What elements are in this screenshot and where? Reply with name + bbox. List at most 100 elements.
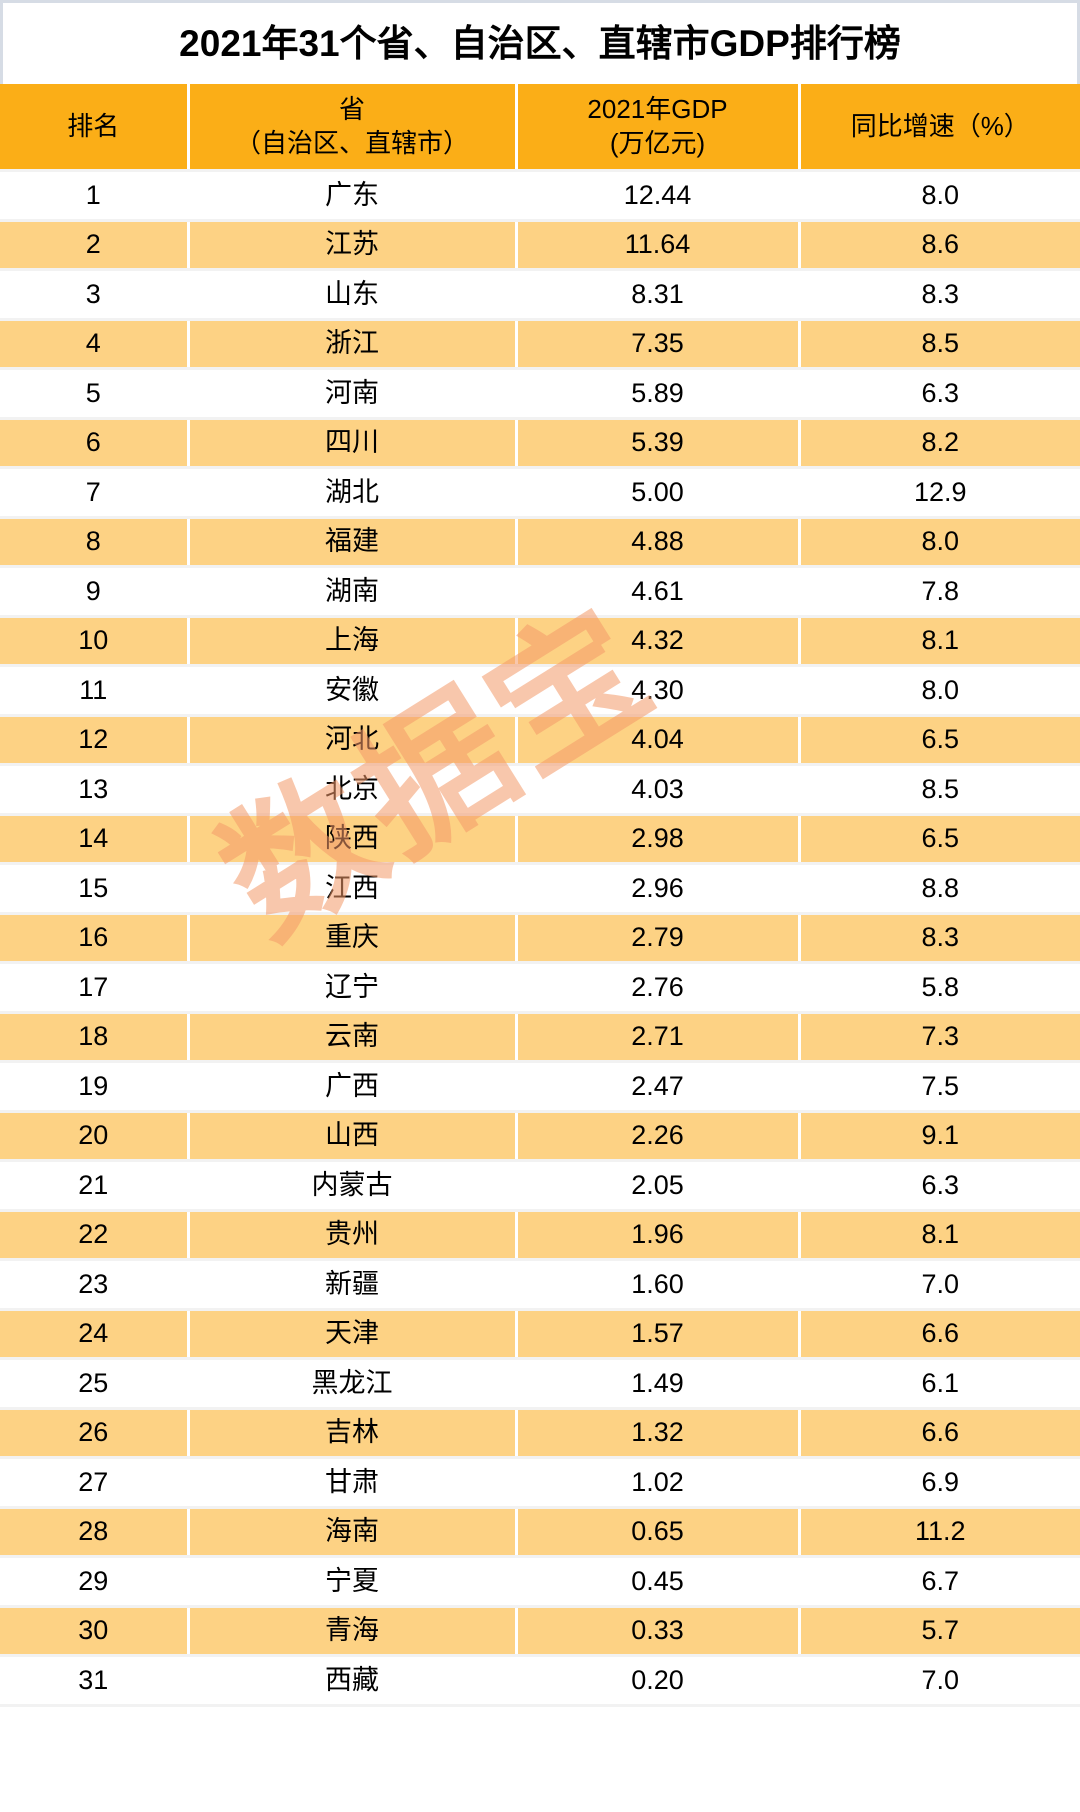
growth-cell: 6.5 [799,715,1080,766]
rank-cell: 29 [0,1556,190,1608]
province-cell: 天津 [188,1309,518,1360]
rank-cell: 5 [0,368,190,420]
gdp-cell: 1.60 [516,1259,801,1311]
gdp-cell: 2.98 [516,814,801,865]
gdp-cell: 0.65 [516,1507,801,1558]
province-cell: 甘肃 [188,1457,518,1509]
rank-cell: 31 [0,1655,190,1707]
rank-cell: 4 [0,319,190,370]
province-cell: 广东 [188,170,518,222]
table-body: 1 广东 12.44 8.0 2 江苏 11.64 8.6 3 山东 8.31 8.3 4 浙江 7.35 8… [0,170,1080,1707]
province-cell: 重庆 [188,913,518,964]
table-row: 11 安徽 4.30 8.0 [0,665,1080,717]
table-row: 24 天津 1.57 6.6 [0,1309,1080,1360]
table-header: 排名 省 （自治区、直辖市） 2021年GDP (万亿元) 同比增速（%） [0,84,1080,172]
growth-cell: 7.3 [799,1012,1080,1063]
rank-cell: 8 [0,517,190,568]
gdp-cell: 2.47 [516,1061,801,1113]
province-cell: 江苏 [188,220,518,271]
province-cell: 北京 [188,764,518,816]
gdp-cell: 1.49 [516,1358,801,1410]
gdp-cell: 5.00 [516,467,801,519]
table-row: 13 北京 4.03 8.5 [0,764,1080,816]
growth-cell: 8.6 [799,220,1080,271]
province-cell: 河北 [188,715,518,766]
province-cell: 山东 [188,269,518,321]
province-cell: 宁夏 [188,1556,518,1608]
growth-cell: 8.0 [799,665,1080,717]
rank-cell: 25 [0,1358,190,1410]
province-cell: 吉林 [188,1408,518,1459]
table-row: 20 山西 2.26 9.1 [0,1111,1080,1162]
growth-cell: 6.6 [799,1309,1080,1360]
column-header-gdp: 2021年GDP (万亿元) [516,84,801,172]
province-cell: 上海 [188,616,518,667]
growth-cell: 11.2 [799,1507,1080,1558]
growth-cell: 8.1 [799,616,1080,667]
gdp-cell: 2.71 [516,1012,801,1063]
rank-cell: 26 [0,1408,190,1459]
gdp-cell: 0.20 [516,1655,801,1707]
growth-cell: 6.7 [799,1556,1080,1608]
province-cell: 浙江 [188,319,518,370]
gdp-cell: 0.33 [516,1606,801,1657]
page-title: 2021年31个省、自治区、直辖市GDP排行榜 [179,23,901,64]
growth-cell: 7.8 [799,566,1080,618]
column-header-gdp-line1: 2021年GDP [587,94,728,125]
rank-cell: 16 [0,913,190,964]
title-block: 2021年31个省、自治区、直辖市GDP排行榜 [0,0,1080,84]
growth-cell: 8.0 [799,170,1080,222]
column-header-province: 省 （自治区、直辖市） [188,84,518,172]
province-cell: 四川 [188,418,518,469]
rank-cell: 22 [0,1210,190,1261]
province-cell: 内蒙古 [188,1160,518,1212]
table-row: 2 江苏 11.64 8.6 [0,220,1080,271]
gdp-cell: 1.96 [516,1210,801,1261]
growth-cell: 6.6 [799,1408,1080,1459]
rank-cell: 13 [0,764,190,816]
rank-cell: 7 [0,467,190,519]
rank-cell: 15 [0,863,190,915]
growth-cell: 8.5 [799,319,1080,370]
rank-cell: 27 [0,1457,190,1509]
table-row: 17 辽宁 2.76 5.8 [0,962,1080,1014]
table-row: 25 黑龙江 1.49 6.1 [0,1358,1080,1410]
gdp-cell: 1.02 [516,1457,801,1509]
table-row: 21 内蒙古 2.05 6.3 [0,1160,1080,1212]
growth-cell: 8.2 [799,418,1080,469]
rank-cell: 1 [0,170,190,222]
growth-cell: 8.8 [799,863,1080,915]
rank-cell: 17 [0,962,190,1014]
table-row: 9 湖南 4.61 7.8 [0,566,1080,618]
table-row: 31 西藏 0.20 7.0 [0,1655,1080,1707]
table-row: 18 云南 2.71 7.3 [0,1012,1080,1063]
growth-cell: 12.9 [799,467,1080,519]
gdp-cell: 11.64 [516,220,801,271]
column-header-gdp-line2: (万亿元) [609,127,706,158]
growth-cell: 8.1 [799,1210,1080,1261]
growth-cell: 6.5 [799,814,1080,865]
column-header-growth: 同比增速（%） [799,84,1080,172]
growth-cell: 5.8 [799,962,1080,1014]
rank-cell: 11 [0,665,190,717]
province-cell: 山西 [188,1111,518,1162]
province-cell: 西藏 [188,1655,518,1707]
gdp-cell: 7.35 [516,319,801,370]
rank-cell: 14 [0,814,190,865]
table-row: 30 青海 0.33 5.7 [0,1606,1080,1657]
gdp-cell: 4.03 [516,764,801,816]
gdp-cell: 2.26 [516,1111,801,1162]
growth-cell: 7.0 [799,1655,1080,1707]
growth-cell: 8.0 [799,517,1080,568]
rank-cell: 6 [0,418,190,469]
column-header-province-line2: （自治区、直辖市） [234,127,469,158]
rank-cell: 18 [0,1012,190,1063]
table-row: 4 浙江 7.35 8.5 [0,319,1080,370]
table-row: 1 广东 12.44 8.0 [0,170,1080,222]
gdp-cell: 0.45 [516,1556,801,1608]
province-cell: 辽宁 [188,962,518,1014]
gdp-cell: 1.57 [516,1309,801,1360]
gdp-cell: 2.05 [516,1160,801,1212]
table-row: 27 甘肃 1.02 6.9 [0,1457,1080,1509]
table-row: 8 福建 4.88 8.0 [0,517,1080,568]
